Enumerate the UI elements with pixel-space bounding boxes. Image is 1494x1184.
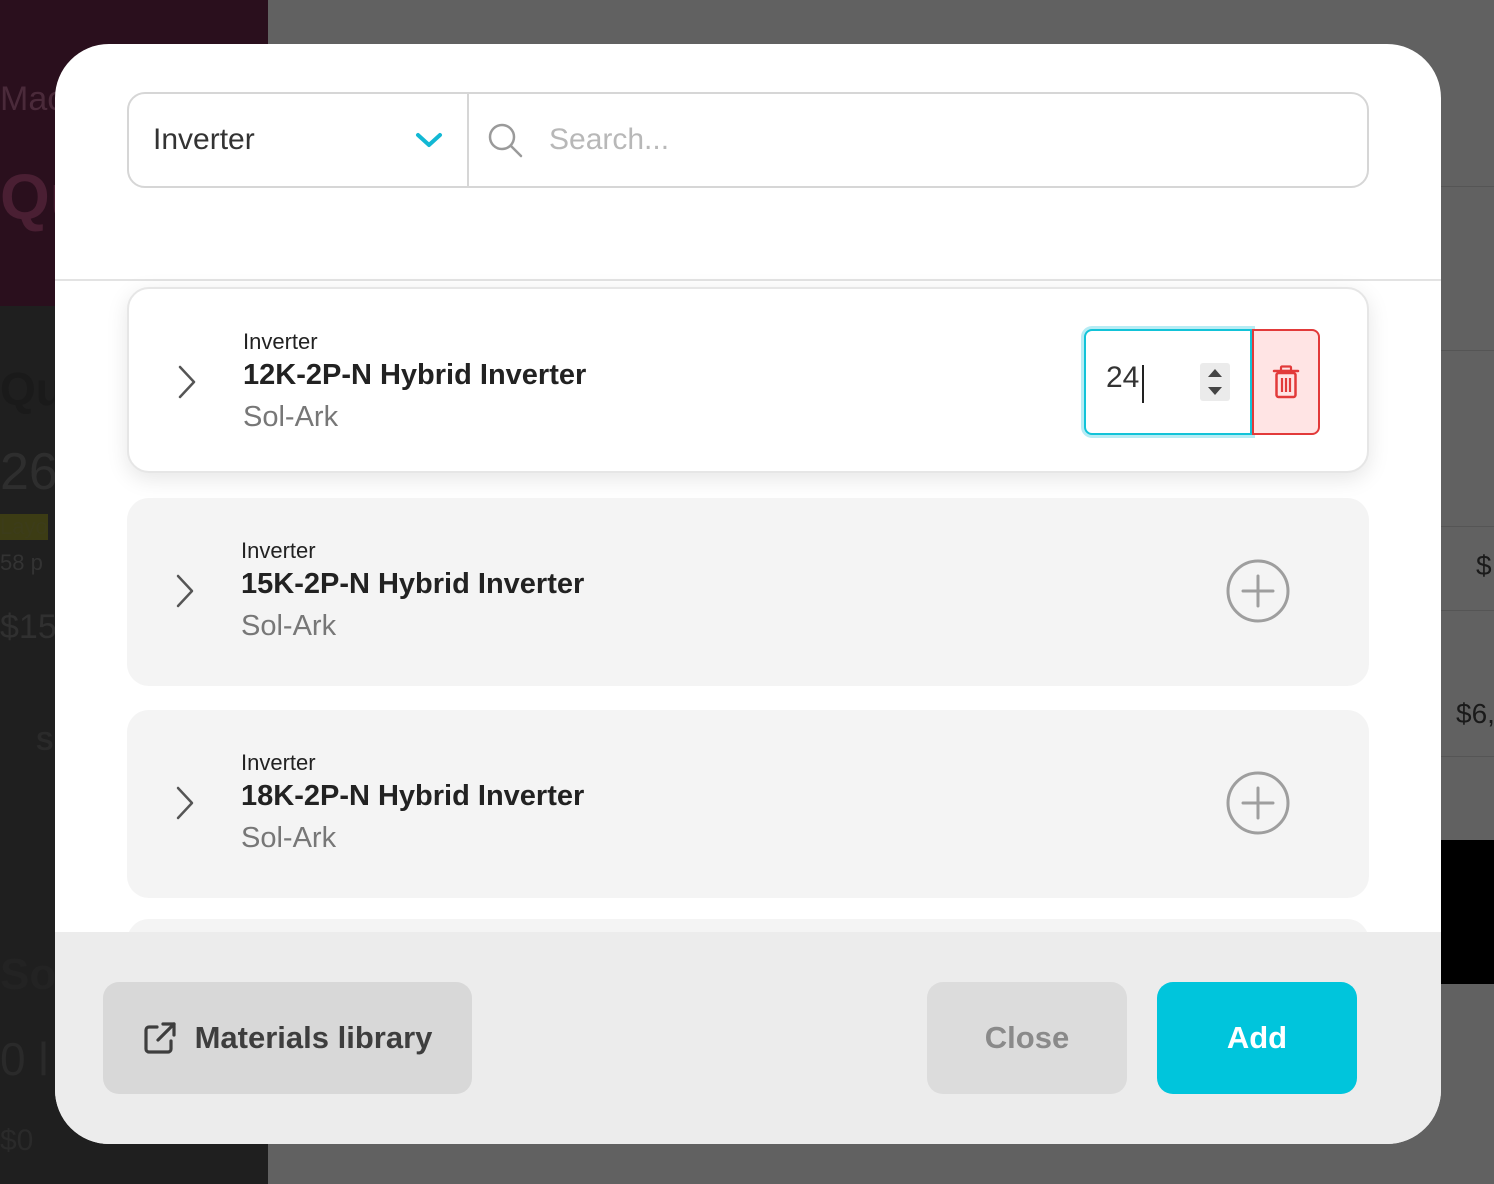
search-area xyxy=(469,94,1367,186)
item-brand: Sol-Ark xyxy=(241,822,337,854)
background-text: 26 xyxy=(0,443,58,501)
item-brand: Sol-Ark xyxy=(241,610,337,642)
stepper-arrows-icon[interactable] xyxy=(1200,363,1230,401)
list-item-15k-hybrid-inverter: Inverter 15K-2P-N Hybrid Inverter Sol-Ar… xyxy=(127,498,1369,686)
background-text: 0 l xyxy=(0,1033,49,1085)
trash-icon xyxy=(1272,365,1300,399)
modal-footer: Materials library Close Add xyxy=(55,932,1441,1144)
search-input[interactable] xyxy=(549,123,1249,157)
background-text: $0 xyxy=(0,1124,34,1157)
background-text: S xyxy=(36,726,54,756)
item-brand: Sol-Ark xyxy=(243,401,339,433)
item-name: 18K-2P-N Hybrid Inverter xyxy=(241,780,585,812)
external-link-icon xyxy=(143,1022,176,1054)
background-block xyxy=(1440,840,1494,984)
background-text: $6, xyxy=(1456,698,1494,729)
chevron-right-icon[interactable] xyxy=(173,572,197,610)
add-material-modal: Inverter Inverter 12K-2P-N Hybrid Invert… xyxy=(55,44,1441,1144)
plus-circle-icon[interactable] xyxy=(1225,770,1291,836)
item-category: Inverter xyxy=(243,329,318,354)
background-divider xyxy=(1440,186,1494,187)
list-item-18k-hybrid-inverter: Inverter 18K-2P-N Hybrid Inverter Sol-Ar… xyxy=(127,710,1369,898)
materials-library-label: Materials library xyxy=(194,1020,433,1055)
chevron-down-icon xyxy=(416,133,442,147)
chevron-right-icon[interactable] xyxy=(173,784,197,822)
materials-library-button[interactable]: Materials library xyxy=(103,982,472,1094)
category-select[interactable]: Inverter xyxy=(129,94,469,186)
plus-circle-icon[interactable] xyxy=(1225,558,1291,624)
item-category: Inverter xyxy=(241,750,316,775)
remove-item-button[interactable] xyxy=(1252,329,1320,435)
category-select-value: Inverter xyxy=(153,123,255,156)
background-divider xyxy=(1440,526,1494,527)
background-text: 58 p xyxy=(0,550,43,575)
modal-header: Inverter xyxy=(55,44,1441,281)
chevron-right-icon[interactable] xyxy=(175,363,199,401)
list-item-12k-hybrid-inverter: Inverter 12K-2P-N Hybrid Inverter Sol-Ar… xyxy=(127,287,1369,473)
search-icon xyxy=(488,123,523,158)
text-cursor xyxy=(1142,365,1144,403)
item-name: 15K-2P-N Hybrid Inverter xyxy=(241,568,585,600)
background-text: So xyxy=(0,950,57,999)
item-name: 12K-2P-N Hybrid Inverter xyxy=(243,359,587,391)
background-text: $ xyxy=(1476,550,1492,581)
quantity-stepper xyxy=(1084,329,1252,435)
close-button[interactable]: Close xyxy=(927,982,1127,1094)
filter-bar: Inverter xyxy=(127,92,1369,188)
add-button[interactable]: Add xyxy=(1157,982,1357,1094)
item-category: Inverter xyxy=(241,538,316,563)
background-divider xyxy=(1440,350,1494,351)
quantity-input[interactable] xyxy=(1106,361,1186,395)
background-text: Layo xyxy=(0,514,48,540)
background-divider xyxy=(1440,610,1494,611)
background-divider xyxy=(1440,756,1494,757)
